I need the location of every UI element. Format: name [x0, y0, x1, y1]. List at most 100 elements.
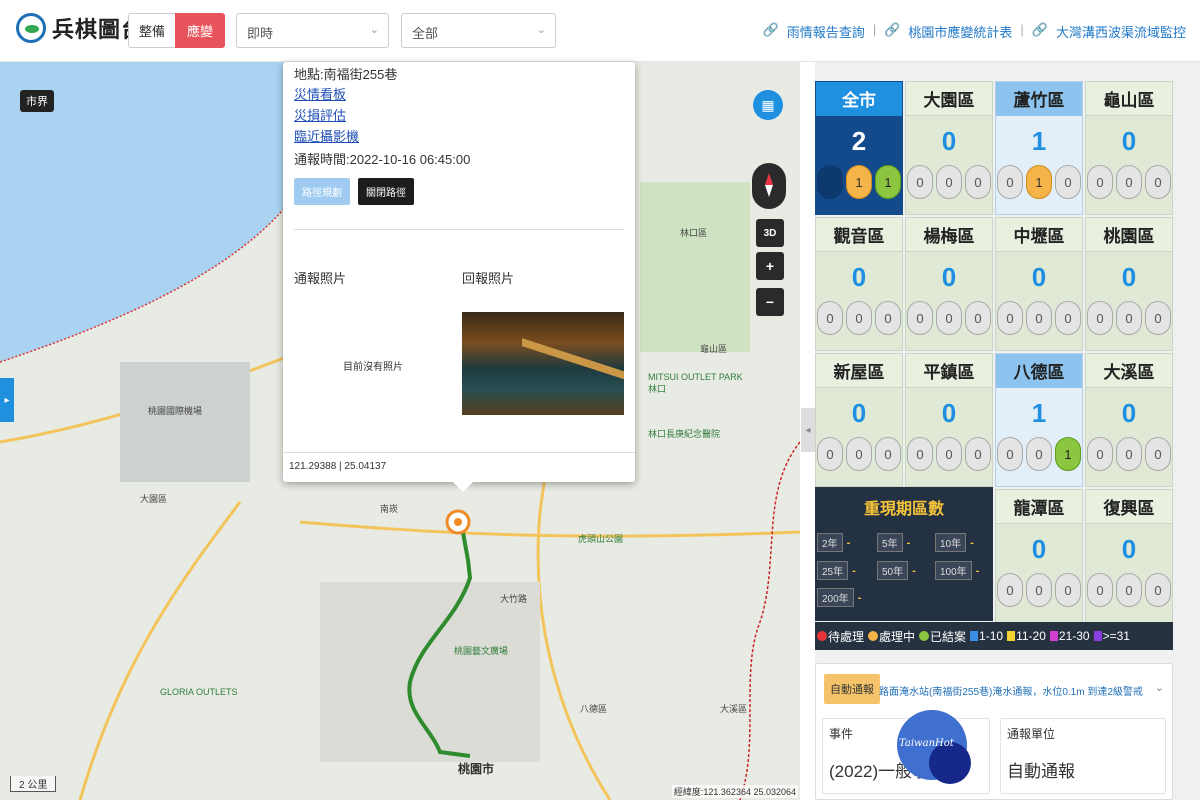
- app-logo[interactable]: 兵棋圖台: [16, 12, 144, 44]
- pending-count: 0: [997, 573, 1023, 607]
- legend-range: 1-10: [970, 629, 1003, 643]
- district-name: 八德區: [996, 354, 1082, 388]
- response-stats-link[interactable]: 桃園市應變統計表: [908, 22, 1012, 41]
- collapse-panel-icon[interactable]: ◂: [801, 408, 815, 452]
- closed-count: 0: [1145, 437, 1171, 471]
- unit-label: 通報單位: [1007, 727, 1056, 741]
- chevron-down-icon[interactable]: ⌄: [1155, 681, 1164, 694]
- green-dot-icon: [919, 631, 930, 641]
- district-tile-6[interactable]: 中壢區 0 0 0 0: [995, 217, 1083, 351]
- closed-count: 0: [1055, 165, 1081, 199]
- rain-report-link[interactable]: 雨情報告查詢: [787, 22, 865, 41]
- district-total: 0: [851, 262, 867, 292]
- district-total: 0: [1121, 534, 1137, 564]
- event-location: 地點:南福街255巷: [294, 67, 398, 82]
- auto-report-message[interactable]: 路面淹水站(南福街255巷)淹水通報，水位0.1m 到達2級警戒: [879, 683, 1143, 698]
- district-tile-4[interactable]: 觀音區 0 0 0 0: [815, 217, 903, 351]
- district-tile-10[interactable]: 八德區 1 0 0 1: [995, 353, 1083, 487]
- return-photo[interactable]: [462, 312, 624, 415]
- district-name: 桃園區: [1086, 218, 1172, 252]
- top-bar: 兵棋圖台 整備 應變 即時 ⌄ 全部 ⌄ 🔗 雨情報告查詢 | 🔗 桃園市應變統…: [0, 0, 1200, 62]
- zoom-out-button[interactable]: −: [756, 288, 784, 316]
- closed-count: 0: [875, 437, 901, 471]
- watershed-monitor-link[interactable]: 大灣溝西波渠流域監控: [1056, 22, 1186, 41]
- hill-area: [640, 182, 750, 352]
- pending-count: 0: [817, 165, 843, 199]
- processing-count: 0: [936, 437, 962, 471]
- link-icon: 🔗: [762, 22, 779, 37]
- district-tile-13[interactable]: 復興區 0 0 0 0: [1085, 489, 1173, 623]
- pending-count: 0: [907, 165, 933, 199]
- pending-count: 0: [997, 165, 1023, 199]
- district-total: 2: [851, 126, 867, 156]
- district-tile-11[interactable]: 大溪區 0 0 0 0: [1085, 353, 1173, 487]
- red-dot-icon: [817, 631, 827, 641]
- magenta-square-icon: [1049, 631, 1058, 641]
- zoom-in-button[interactable]: +: [756, 252, 784, 280]
- status-counts: 000: [1086, 301, 1172, 335]
- grid-menu-icon[interactable]: ▦: [753, 90, 783, 120]
- closed-count: 0: [1145, 301, 1171, 335]
- district-name: 新屋區: [816, 354, 902, 388]
- map-coordinate-readout: 經緯度:121.362364 25.032064: [671, 785, 798, 798]
- disaster-board-link[interactable]: 災情看板: [294, 84, 346, 103]
- nearby-camera-link[interactable]: 臨近攝影機: [294, 126, 359, 145]
- three-d-button[interactable]: 3D: [756, 219, 784, 247]
- closed-count: 0: [965, 301, 991, 335]
- map-label: 南崁: [380, 504, 399, 514]
- route-plan-button[interactable]: 路徑規劃: [294, 178, 350, 205]
- area-select-value: 全部: [412, 26, 439, 41]
- legend-closed: 已結案: [919, 628, 966, 645]
- popup-coordinates: 121.29388 | 25.04137: [283, 452, 635, 482]
- area-select[interactable]: 全部 ⌄: [401, 13, 556, 48]
- status-counts: 010: [996, 165, 1082, 199]
- legend-range: >=31: [1093, 629, 1130, 643]
- district-tile-3[interactable]: 龜山區 0 0 0 0: [1085, 81, 1173, 215]
- district-tile-0[interactable]: 全市 2 0 1 1: [815, 81, 903, 215]
- district-tile-2[interactable]: 蘆竹區 1 0 1 0: [995, 81, 1083, 215]
- return-period-item: 25年 -: [817, 561, 856, 580]
- district-tile-7[interactable]: 桃園區 0 0 0 0: [1085, 217, 1173, 351]
- status-counts: 000: [1086, 573, 1172, 607]
- close-route-button[interactable]: 關閉路徑: [358, 178, 414, 205]
- mode-prepare-button[interactable]: 整備: [128, 13, 176, 48]
- damage-assessment-link[interactable]: 災損評估: [294, 105, 346, 124]
- pending-count: 0: [997, 437, 1023, 471]
- return-period-item: 100年 -: [935, 561, 979, 580]
- map-label: GLORIA OUTLETS: [160, 687, 238, 697]
- status-counts: 000: [906, 165, 992, 199]
- blue-square-icon: [970, 631, 979, 641]
- map-label: 林口長庚紀念醫院: [648, 429, 721, 439]
- status-counts: 000: [816, 301, 902, 335]
- district-tile-12[interactable]: 龍潭區 0 0 0 0: [995, 489, 1083, 623]
- map-label: 八德區: [580, 704, 608, 714]
- status-counts: 000: [996, 573, 1082, 607]
- map-label: 桃園藝文廣場: [454, 646, 509, 656]
- district-tile-1[interactable]: 大園區 0 0 0 0: [905, 81, 993, 215]
- closed-count: 0: [1055, 301, 1081, 335]
- link-icon: 🔗: [1031, 22, 1048, 37]
- district-total: 0: [851, 398, 867, 428]
- time-select[interactable]: 即時 ⌄: [236, 13, 389, 48]
- city-boundary-tag[interactable]: 市界: [20, 90, 54, 112]
- district-tile-8[interactable]: 新屋區 0 0 0 0: [815, 353, 903, 487]
- legend-pending: 待處理: [817, 628, 864, 645]
- district-tile-5[interactable]: 楊梅區 0 0 0 0: [905, 217, 993, 351]
- compass-icon[interactable]: [752, 163, 786, 209]
- processing-count: 0: [1026, 573, 1052, 607]
- district-tile-9[interactable]: 平鎮區 0 0 0 0: [905, 353, 993, 487]
- expand-left-icon[interactable]: ▸: [0, 378, 14, 422]
- map-label: MITSUI OUTLET PARK 林口: [648, 372, 743, 394]
- auto-report-card[interactable]: 自動通報 路面淹水站(南福街255巷)淹水通報，水位0.1m 到達2級警戒 ⌄ …: [815, 663, 1173, 800]
- district-total: 0: [1121, 126, 1137, 156]
- return-period-box: 重現期區數 2年 - 5年 - 10年 - 25年 - 50年 - 100年 - 200年 -: [815, 487, 993, 621]
- photo-detail: [522, 338, 624, 382]
- mode-response-button[interactable]: 應變: [175, 13, 225, 48]
- closed-count: 0: [965, 165, 991, 199]
- district-name: 中壢區: [996, 218, 1082, 252]
- district-total: 0: [941, 262, 957, 292]
- processing-count: 0: [936, 165, 962, 199]
- status-counts: 001: [996, 437, 1082, 471]
- event-label: 事件: [829, 727, 854, 741]
- pending-count: 0: [1087, 573, 1113, 607]
